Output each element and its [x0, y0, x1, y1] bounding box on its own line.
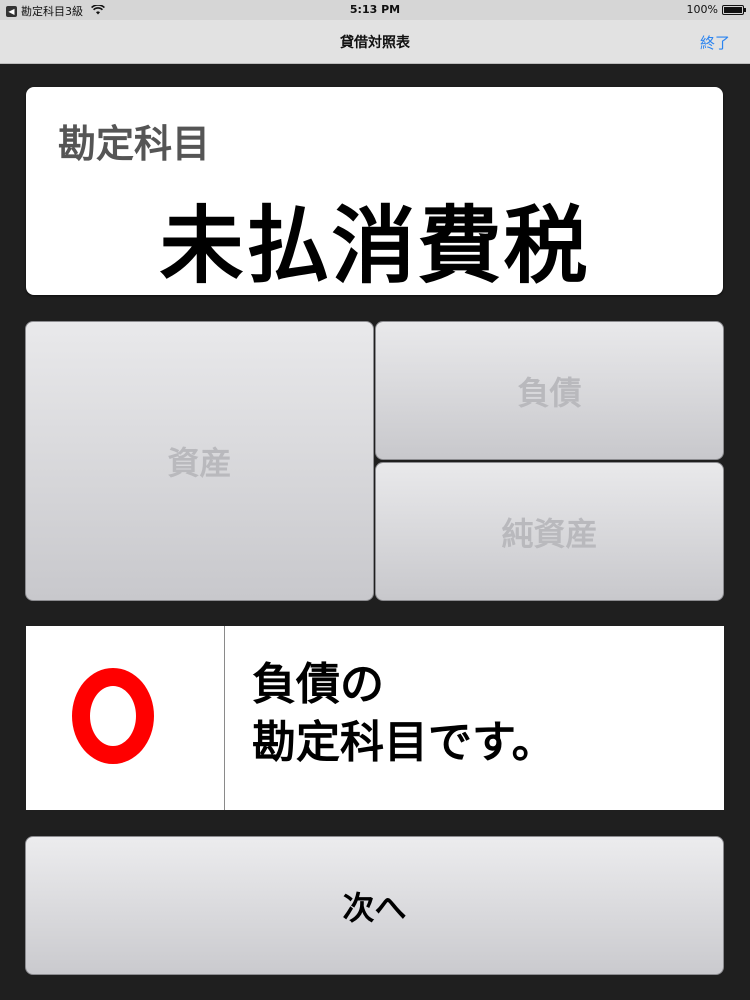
account-card: 勘定科目 未払消費税	[26, 87, 723, 295]
battery-percent: 100%	[686, 3, 718, 16]
battery-status: 100%	[686, 3, 746, 16]
result-line-2: 勘定科目です。	[252, 717, 556, 768]
correct-circle-icon	[72, 668, 154, 764]
account-name: 未払消費税	[159, 197, 590, 295]
result-mark-cell	[26, 626, 225, 810]
account-label: 勘定科目	[58, 122, 211, 166]
assets-button[interactable]: 資産	[25, 321, 374, 601]
battery-icon	[722, 4, 746, 15]
liabilities-button[interactable]: 負債	[375, 321, 724, 460]
status-time: 5:13 PM	[349, 3, 401, 16]
result-line-1: 負債の	[252, 659, 384, 710]
page-title: 貸借対照表	[340, 35, 410, 51]
next-button[interactable]: 次へ	[25, 836, 724, 975]
done-button[interactable]: 終了	[700, 32, 730, 53]
nav-bar: 貸借対照表 終了	[0, 20, 750, 64]
result-message: 負債の 勘定科目です。	[252, 656, 556, 772]
equity-button[interactable]: 純資産	[375, 462, 724, 601]
status-bar: ◀ 勘定科目3級 5:13 PM 100%	[0, 0, 750, 20]
result-panel: 負債の 勘定科目です。	[26, 626, 724, 810]
